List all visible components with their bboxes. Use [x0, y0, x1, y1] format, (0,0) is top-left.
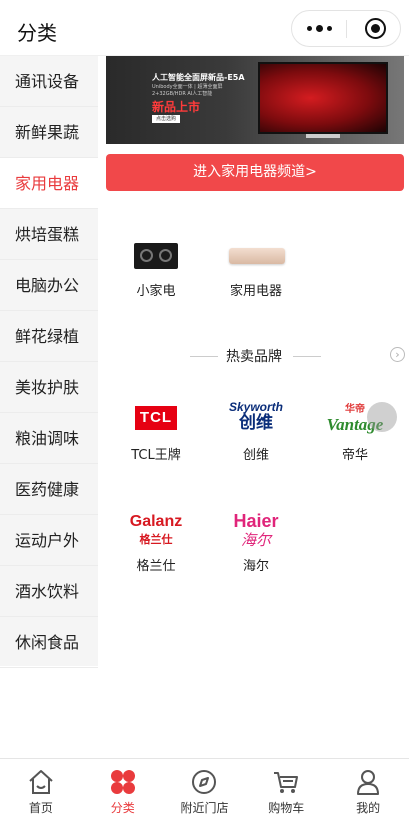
skyworth-logo: Skyworth 创维 — [228, 400, 283, 433]
subcategory-image — [206, 230, 306, 280]
tab-label: 购物车 — [268, 801, 305, 815]
category-content: 人工智能全面屏新品-E5A Unibody全面一体 | 超薄全面屏 2+32GB… — [98, 56, 409, 756]
cooktop-icon — [134, 243, 178, 269]
brand-logo: Galanz 格兰仕 — [106, 505, 206, 555]
sidebar-item-grain-oil[interactable]: 粮油调味 — [0, 413, 98, 464]
sidebar-item-home-appliances[interactable]: 家用电器 — [0, 158, 98, 209]
sidebar-item-snacks[interactable]: 休闲食品 — [0, 617, 98, 668]
tcl-logo: TCL — [135, 406, 177, 430]
air-conditioner-icon — [229, 248, 285, 264]
brand-label: TCL王牌 — [131, 448, 181, 463]
sidebar-item-flowers-plants[interactable]: 鲜花绿植 — [0, 311, 98, 362]
tv-stand — [306, 134, 340, 138]
brand-logo: 华帝 Vantage — [305, 394, 405, 444]
banner-subtext: Unibody全面一体 | 超薄全面屏 2+32GB/HDR AI人工智能 — [152, 84, 223, 97]
more-dot-icon — [326, 26, 332, 31]
banner-tag: 新品上市 — [152, 100, 201, 114]
compass-icon — [189, 767, 219, 797]
subcategory-home-appliances[interactable]: 家用电器 — [206, 230, 306, 299]
brand-tcl[interactable]: TCL TCL王牌 — [106, 394, 206, 463]
sidebar-item-communication[interactable]: 通讯设备 — [0, 56, 98, 107]
tab-nearby-stores[interactable]: 附近门店 — [164, 759, 246, 821]
tab-cart[interactable]: 购物车 — [245, 759, 327, 821]
mini-program-capsule — [291, 10, 401, 47]
page-title: 分类 — [17, 21, 57, 45]
top-bar: 分类 — [0, 0, 409, 56]
tab-label: 首页 — [28, 801, 53, 815]
brand-label: 帝华 — [341, 448, 368, 463]
tab-label: 分类 — [110, 801, 135, 815]
divider-line — [190, 356, 218, 357]
sidebar-item-computer-office[interactable]: 电脑办公 — [0, 260, 98, 311]
promo-banner[interactable]: 人工智能全面屏新品-E5A Unibody全面一体 | 超薄全面屏 2+32GB… — [106, 56, 404, 144]
vantage-logo: 华帝 Vantage — [305, 400, 405, 435]
chevron-right-icon[interactable]: › — [390, 347, 405, 362]
tab-label: 我的 — [356, 801, 381, 815]
subcategory-label: 小家电 — [136, 284, 176, 299]
more-dot-icon — [315, 25, 323, 32]
divider-line — [293, 356, 321, 357]
brand-logo: TCL — [106, 394, 206, 444]
user-icon — [353, 767, 383, 797]
brand-label: 创维 — [242, 448, 269, 463]
category-sidebar: 通讯设备 新鲜果蔬 家用电器 烘培蛋糕 电脑办公 鲜花绿植 美妆护肤 粮油调味 … — [0, 56, 98, 668]
home-icon — [26, 767, 56, 797]
sidebar-item-fresh-produce[interactable]: 新鲜果蔬 — [0, 107, 98, 158]
subcategory-image — [106, 230, 206, 280]
capsule-divider — [346, 20, 347, 38]
bottom-tab-bar: 首页 分类 附近门店 购物车 我的 — [0, 758, 409, 821]
brand-vantage[interactable]: 华帝 Vantage 帝华 — [305, 394, 405, 463]
tv-image — [258, 62, 388, 134]
brand-logo: Haier 海尔 — [206, 505, 306, 555]
sidebar-item-bakery[interactable]: 烘培蛋糕 — [0, 209, 98, 260]
close-miniprogram-button[interactable] — [365, 18, 386, 39]
sidebar-item-beauty[interactable]: 美妆护肤 — [0, 362, 98, 413]
brand-logo: Skyworth 创维 — [206, 394, 306, 444]
tab-category[interactable]: 分类 — [82, 759, 164, 821]
category-icon — [108, 767, 138, 797]
brand-galanz[interactable]: Galanz 格兰仕 格兰仕 — [106, 505, 206, 574]
more-dot-icon — [306, 26, 312, 31]
subcategory-small-appliances[interactable]: 小家电 — [106, 230, 206, 299]
more-menu-button[interactable] — [292, 11, 346, 46]
subcategory-label: 家用电器 — [229, 284, 282, 299]
banner-button[interactable]: 点击选购 — [152, 115, 180, 123]
tab-profile[interactable]: 我的 — [327, 759, 409, 821]
tab-label: 附近门店 — [180, 801, 229, 815]
brand-haier[interactable]: Haier 海尔 海尔 — [206, 505, 306, 574]
brand-label: 海尔 — [242, 559, 269, 574]
galanz-logo: Galanz 格兰仕 — [129, 513, 183, 546]
brand-label: 格兰仕 — [136, 559, 176, 574]
banner-headline: 人工智能全面屏新品-E5A — [152, 73, 245, 82]
cart-icon — [271, 767, 301, 797]
hot-brands-header: 热卖品牌 › — [98, 344, 409, 368]
hot-brands-title: 热卖品牌 — [226, 349, 282, 365]
enter-channel-button[interactable]: 进入家用电器频道> — [106, 154, 404, 191]
sidebar-item-health[interactable]: 医药健康 — [0, 464, 98, 515]
sidebar-item-sports[interactable]: 运动户外 — [0, 515, 98, 566]
haier-logo: Haier 海尔 — [233, 511, 279, 549]
tab-home[interactable]: 首页 — [0, 759, 82, 821]
touch-indicator — [367, 402, 397, 432]
brand-skyworth[interactable]: Skyworth 创维 创维 — [206, 394, 306, 463]
sidebar-item-beverages[interactable]: 酒水饮料 — [0, 566, 98, 617]
